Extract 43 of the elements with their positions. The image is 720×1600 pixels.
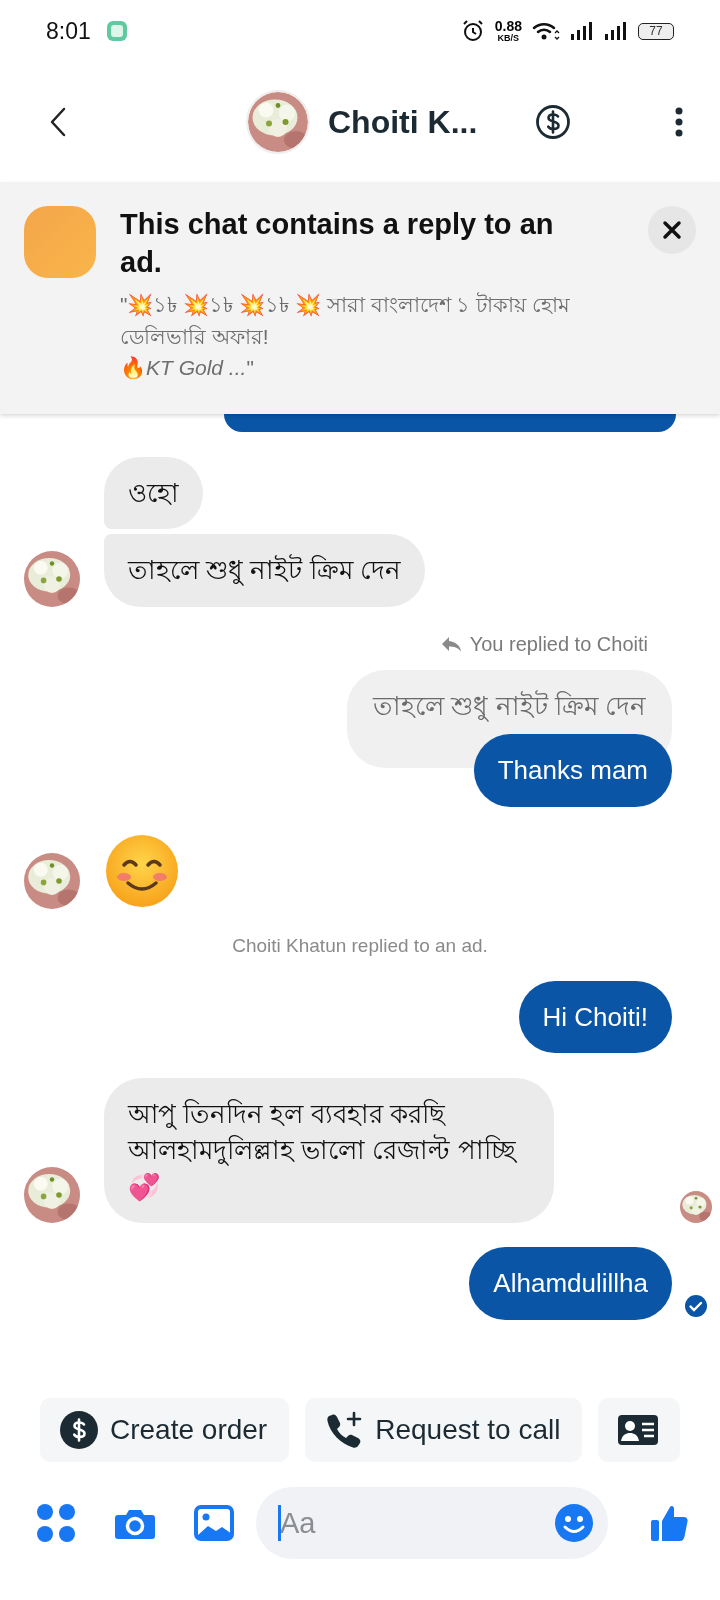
contact-card-icon — [618, 1415, 659, 1445]
like-button[interactable] — [650, 1503, 690, 1543]
message-bubble: তাহলে শুধু নাইট ক্রিম দেন — [104, 534, 425, 607]
thumbs-up-icon — [650, 1503, 690, 1543]
speed-unit: KB/S — [497, 34, 520, 43]
four-dots-icon — [36, 1503, 76, 1543]
close-button[interactable] — [648, 206, 696, 254]
dollar-icon — [60, 1411, 98, 1449]
network-speed: 0.88 — [494, 19, 522, 33]
quick-reply-button[interactable]: Request to call — [305, 1398, 583, 1462]
message-bubble: Thanks mam — [473, 734, 672, 807]
signal-icon — [604, 20, 628, 42]
dollar-icon — [535, 104, 572, 140]
message-bubble: আপু তিনদিন হল ব্যবহার করছি আলহামদুলিল্লাহ ভালো রেজাল্ট পাচ্ছি 💞 — [104, 1077, 554, 1224]
emoji-icon[interactable] — [554, 1503, 594, 1543]
phone-plus-icon — [325, 1411, 364, 1449]
text-cursor — [278, 1505, 281, 1541]
image-icon — [194, 1505, 234, 1541]
clock-time: 8:01 — [46, 17, 91, 45]
ad-logo — [24, 206, 96, 278]
banner-title: This chat contains a reply to an ad. — [120, 207, 555, 280]
reply-label: You replied to Choiti — [469, 632, 648, 656]
wifi-icon — [532, 20, 560, 42]
contact-name[interactable]: Choiti K... — [328, 103, 478, 141]
message-bubble: Alhamdulillha — [469, 1247, 672, 1320]
ad-quote: "💥১৳ 💥১৳ 💥১৳ 💥 সারা বাংলাদেশ ১ টাকায় হোম ডেলিভারি অফার! 🔥KT Gold ..." — [120, 291, 572, 382]
contact-button[interactable] — [598, 1398, 681, 1462]
app-notification-icon — [104, 19, 129, 43]
message-field[interactable]: Aa — [256, 1487, 608, 1559]
smiling-emoji-icon — [104, 832, 180, 909]
menu-button[interactable] — [36, 1503, 76, 1543]
more-button[interactable] — [674, 107, 684, 137]
back-icon — [48, 106, 68, 138]
event-notice: Choiti Khatun replied to an ad. — [232, 934, 488, 957]
quick-reply-button[interactable]: Create order — [40, 1398, 290, 1462]
battery-icon: 77 — [638, 22, 674, 40]
signal-icon — [570, 20, 594, 42]
more-icon — [674, 107, 684, 137]
message-bubble: Hi Choiti! — [518, 980, 672, 1053]
payment-button[interactable] — [535, 104, 572, 140]
gallery-button[interactable] — [194, 1505, 234, 1541]
close-icon — [662, 220, 682, 240]
message-bubble: ওহো — [104, 457, 203, 530]
